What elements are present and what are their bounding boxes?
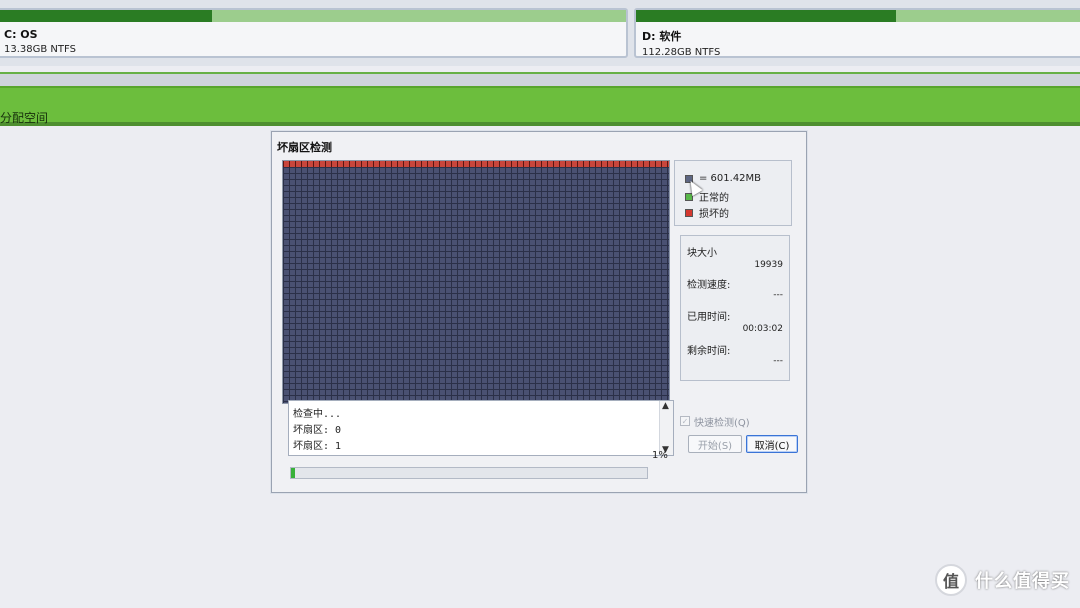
partition-size: 13.38GB NTFS [4,44,76,55]
elapsed-value: 00:03:02 [742,324,783,334]
remaining-label: 剩余时间: [687,346,731,357]
log-line: 坏扇区: 0 [293,425,342,436]
brand-logo-icon: 值 [935,564,967,596]
speed-value: --- [773,290,783,300]
progress-fill [291,468,296,478]
progress-bar [290,467,648,479]
log-scrollbar[interactable]: ▲ ▼ [659,401,673,455]
bad-sector-row [283,161,669,167]
bad-sector-dialog: 坏扇区检测 = 601.42MB 正常的 损坏的 块大小 19939 检测速度:… [271,131,807,493]
start-button[interactable]: 开始(S) [688,435,742,453]
sector-grid [282,160,670,404]
cancel-button[interactable]: 取消(C) [746,435,798,453]
unallocated-space-bar[interactable]: 分配空间 [0,86,1080,126]
partition-d[interactable]: D: 软件 112.28GB NTFS [634,8,1080,58]
partition-usage-bar [0,10,626,22]
elapsed-label: 已用时间: [687,312,731,323]
block-size-label: 块大小 [687,248,717,259]
log-line: 检查中... [293,409,342,420]
partition-c[interactable]: C: OS 13.38GB NTFS [0,8,628,58]
bad-swatch-icon [685,208,693,217]
unallocated-label: 分配空间 [0,111,49,125]
remaining-value: --- [773,356,783,366]
disk-map: C: OS 13.38GB NTFS D: 软件 112.28GB NTFS [0,0,1080,66]
disk-divider [0,72,1080,86]
partition-name: D: 软件 [642,30,682,43]
partition-size: 112.28GB NTFS [642,47,721,58]
log-line: 坏扇区: 1 [293,441,342,452]
partition-name: C: OS [4,28,38,41]
log-output[interactable]: 检查中... 坏扇区: 0 坏扇区: 1 ▲ ▼ [288,400,674,456]
watermark: 值 什么值得买 [935,564,1070,596]
watermark-text: 什么值得买 [975,571,1070,592]
scroll-up-icon[interactable]: ▲ [662,401,669,411]
partition-usage-bar [636,10,1080,22]
checkbox-icon: ✓ [680,416,690,426]
stats-panel: 块大小 19939 检测速度: --- 已用时间: 00:03:02 剩余时间:… [680,235,790,381]
quick-check-checkbox[interactable]: ✓ 快速检测(Q) [680,410,794,432]
legend-bad: 损坏的 [685,205,729,220]
dialog-title: 坏扇区检测 [277,141,332,154]
progress-percent: 1% [652,450,668,461]
block-size-value: 19939 [754,260,783,270]
speed-label: 检测速度: [687,280,731,291]
